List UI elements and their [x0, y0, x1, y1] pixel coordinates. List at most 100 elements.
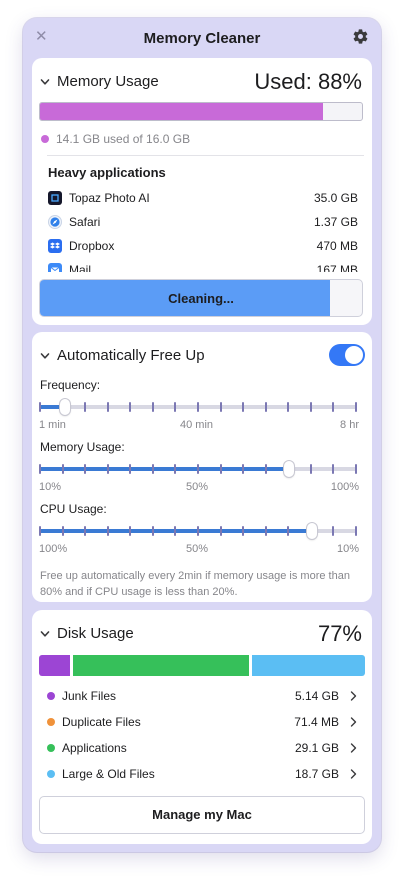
memory-legend: 14.1 GB used of 16.0 GB	[41, 132, 190, 146]
auto-free-up-toggle[interactable]	[329, 344, 365, 366]
app-size: 167 MB	[316, 263, 358, 272]
scale-max: 100%	[330, 481, 359, 493]
memory-usage-scale: 10% 50% 100%	[39, 481, 359, 495]
chevron-down-icon	[40, 352, 50, 359]
disk-usage-percent: 77%	[317, 621, 362, 646]
chevron-right-icon	[350, 691, 357, 701]
memory-usage-card: Memory Usage Used: 88% 14.1 GB used of 1…	[32, 58, 372, 325]
memory-used-value: Used: 88%	[254, 69, 362, 94]
scale-max: 10%	[336, 543, 359, 555]
slider-tick	[219, 464, 222, 474]
slider-tick	[287, 526, 290, 536]
slider-tick	[39, 402, 41, 412]
memory-usage-title: Memory Usage	[57, 73, 159, 90]
chevron-down-icon	[40, 630, 50, 637]
app-size: 470 MB	[316, 239, 358, 253]
disk-item-large-old-files[interactable]: Large & Old Files 18.7 GB	[47, 765, 357, 783]
frequency-label: Frequency:	[40, 378, 101, 392]
frequency-slider[interactable]	[39, 399, 357, 415]
chevron-right-icon	[350, 743, 357, 753]
scale-min: 10%	[39, 481, 62, 493]
chevron-down-icon	[40, 78, 50, 85]
app-name: Safari	[69, 215, 101, 229]
scale-mid: 50%	[186, 543, 209, 555]
memory-legend-dot	[41, 135, 49, 143]
memory-usage-slider[interactable]	[39, 461, 357, 477]
slider-tick	[129, 526, 132, 536]
divider	[47, 155, 364, 156]
slider-tick	[61, 464, 64, 474]
window-title: Memory Cleaner	[143, 30, 261, 47]
scale-max: 8 hr	[340, 419, 359, 431]
slider-tick	[129, 402, 132, 412]
memory-usage-threshold-label: Memory Usage:	[40, 440, 125, 454]
app-size: 35.0 GB	[313, 191, 358, 205]
chevron-right-icon	[350, 717, 357, 727]
large-old-files-dot	[47, 770, 55, 778]
disk-usage-segment	[72, 655, 249, 676]
slider-tick	[264, 464, 267, 474]
cleaning-button-label: Cleaning...	[168, 291, 234, 306]
memory-cleaner-window: ✕ Memory Cleaner Memory Usage Used: 88% …	[23, 18, 381, 852]
titlebar: ✕ Memory Cleaner	[23, 18, 381, 56]
slider-tick	[197, 526, 199, 536]
disk-item-size: 71.4 MB	[294, 715, 339, 729]
gear-icon[interactable]	[352, 28, 369, 45]
slider-tick	[355, 526, 357, 536]
slider-tick	[129, 464, 132, 474]
disk-item-applications[interactable]: Applications 29.1 GB	[47, 739, 357, 757]
slider-tick	[84, 526, 87, 536]
slider-tick	[287, 402, 290, 412]
slider-tick	[61, 526, 64, 536]
slider-thumb[interactable]	[306, 523, 317, 539]
slider-tick	[242, 464, 245, 474]
disk-item-label: Junk Files	[62, 689, 117, 703]
junk-files-dot	[47, 692, 55, 700]
manage-my-mac-button[interactable]: Manage my Mac	[39, 796, 365, 834]
mail-icon	[48, 263, 62, 272]
disk-item-junk-files[interactable]: Junk Files 5.14 GB	[47, 687, 357, 705]
disk-usage-segment	[251, 655, 365, 676]
app-row-mail[interactable]: Mail 167 MB	[48, 258, 358, 272]
disk-item-duplicate-files[interactable]: Duplicate Files 71.4 MB	[47, 713, 357, 731]
scale-min: 1 min	[39, 419, 66, 431]
auto-free-up-title: Automatically Free Up	[57, 347, 205, 364]
slider-tick	[151, 402, 154, 412]
slider-tick	[264, 526, 267, 536]
app-name: Dropbox	[69, 239, 115, 253]
cpu-usage-slider[interactable]	[39, 523, 357, 539]
auto-free-up-card: Automatically Free Up Frequency: 1 min 4…	[32, 332, 372, 602]
slider-tick	[84, 402, 87, 412]
auto-free-up-header[interactable]: Automatically Free Up	[40, 347, 205, 364]
disk-item-size: 18.7 GB	[294, 767, 339, 781]
duplicate-files-dot	[47, 718, 55, 726]
cpu-usage-scale: 100% 50% 10%	[39, 543, 359, 557]
scale-min: 100%	[39, 543, 68, 555]
slider-tick	[355, 464, 357, 474]
app-row-safari[interactable]: Safari 1.37 GB	[48, 210, 358, 234]
topaz-icon	[48, 191, 62, 205]
memory-usage-bar-fill	[40, 103, 324, 120]
slider-tick	[219, 526, 222, 536]
scale-mid: 50%	[186, 481, 209, 493]
slider-track-fill	[39, 467, 290, 471]
disk-item-label: Large & Old Files	[62, 767, 155, 781]
cleaning-button[interactable]: Cleaning...	[39, 279, 363, 317]
memory-legend-text: 14.1 GB used of 16.0 GB	[56, 132, 191, 146]
slider-thumb[interactable]	[60, 399, 71, 415]
scale-mid: 40 min	[180, 419, 214, 431]
slider-thumb[interactable]	[284, 461, 295, 477]
app-name: Topaz Photo AI	[69, 191, 150, 205]
slider-tick	[151, 464, 154, 474]
safari-icon	[48, 215, 62, 229]
disk-usage-segment	[39, 655, 70, 676]
app-row-topaz[interactable]: Topaz Photo AI 35.0 GB	[48, 186, 358, 210]
slider-tick	[264, 402, 267, 412]
slider-tick	[39, 464, 41, 474]
disk-usage-bar	[39, 655, 365, 676]
app-row-dropbox[interactable]: Dropbox 470 MB	[48, 234, 358, 258]
slider-tick	[106, 464, 109, 474]
chevron-right-icon	[350, 769, 357, 779]
memory-usage-header[interactable]: Memory Usage	[40, 73, 159, 90]
disk-usage-header[interactable]: Disk Usage	[40, 625, 134, 642]
